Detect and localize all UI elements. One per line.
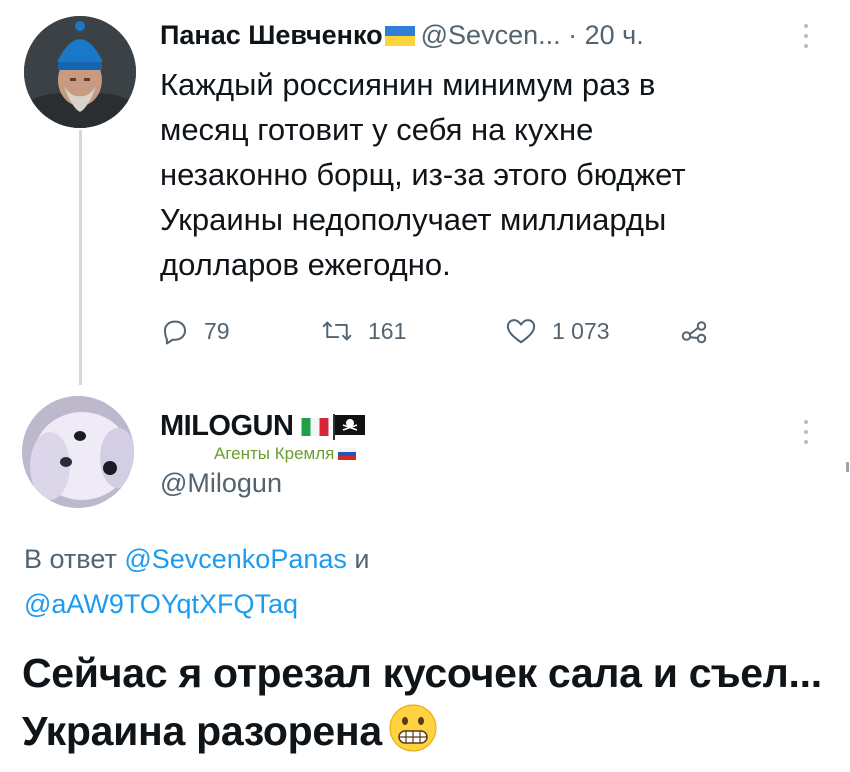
tweet-header: Панас Шевченко @Sevcen... · 20 ч. — [160, 18, 644, 52]
share-icon — [681, 321, 707, 344]
reply-text: Сейчас я отрезал кусочек сала и съел... … — [22, 644, 842, 760]
scroll-edge-mark — [846, 462, 849, 472]
reply-prefix: В ответ — [24, 544, 117, 574]
author-name[interactable]: Панас Шевченко — [160, 20, 383, 50]
more-icon[interactable] — [803, 418, 809, 448]
tweet-time[interactable]: 20 ч. — [585, 20, 644, 50]
header-separator: · — [560, 20, 585, 50]
retweet-button[interactable]: 161 — [320, 316, 406, 346]
author-handle[interactable]: @Sevcen... — [421, 20, 561, 50]
grimacing-face-emoji-icon — [389, 704, 437, 752]
like-icon — [506, 319, 536, 344]
tweet-actions: 79 161 1 073 — [160, 316, 720, 350]
share-button[interactable] — [678, 316, 710, 346]
reply-icon — [164, 320, 186, 345]
mention-link-1[interactable]: @SevcenkoPanas — [124, 544, 347, 574]
thread-line — [79, 130, 82, 385]
profile-label: Агенты Кремля — [214, 444, 357, 464]
pirate-flag-icon — [333, 414, 366, 440]
mention-link-2[interactable]: @aAW9TOYqtXFQTaq — [24, 589, 298, 619]
profile-label-text: Агенты Кремля — [214, 444, 335, 463]
reply-author-avatar[interactable] — [22, 396, 134, 508]
reply-button[interactable]: 79 — [160, 316, 230, 346]
reply-conjunction: и — [354, 544, 370, 574]
more-icon[interactable] — [803, 22, 809, 52]
retweet-icon — [322, 321, 352, 341]
reply-count: 79 — [204, 317, 230, 344]
avatar-dog-image — [22, 396, 134, 508]
like-button[interactable]: 1 073 — [504, 316, 610, 346]
tweet-text: Каждый россиянин минимум раз в месяц гот… — [160, 67, 686, 282]
avatar-portrait-image — [24, 16, 136, 128]
russia-flag-icon — [338, 448, 357, 460]
author-avatar[interactable] — [24, 16, 136, 128]
reply-author-handle[interactable]: @Milogun — [160, 468, 282, 499]
italy-flag-icon — [301, 418, 329, 436]
retweet-count: 161 — [368, 317, 407, 344]
like-count: 1 073 — [552, 317, 610, 344]
reply-context: В ответ @SevcenkoPanas и @aAW9TOYqtXFQTa… — [24, 537, 824, 627]
ukraine-flag-icon — [384, 26, 415, 46]
reply-author-name[interactable]: MILOGUN — [160, 410, 366, 443]
reply-author-name-text: MILOGUN — [160, 410, 294, 442]
